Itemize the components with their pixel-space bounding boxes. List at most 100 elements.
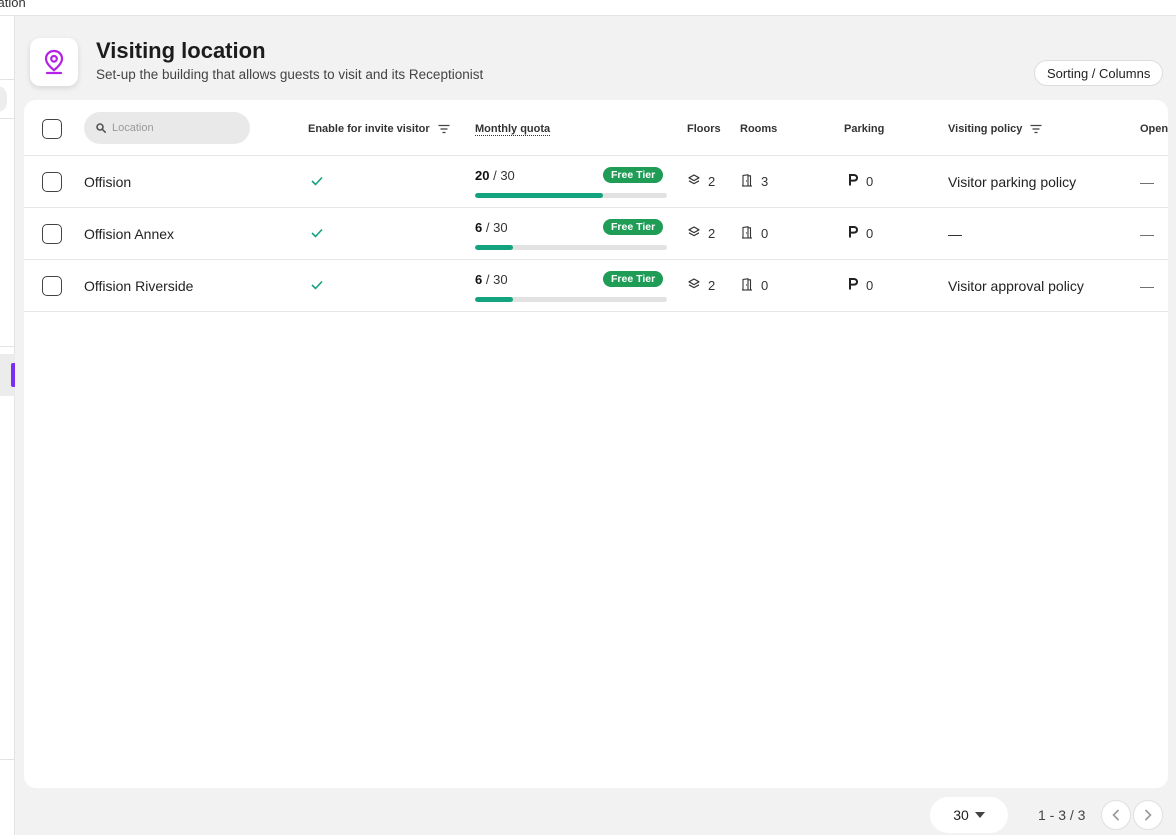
floors-cell: 2 (688, 260, 715, 311)
parking-cell: 0 (848, 260, 873, 311)
floors-count: 2 (708, 278, 716, 293)
parking-count: 0 (866, 278, 874, 293)
sidebar-divider (0, 759, 15, 760)
check-icon (311, 277, 323, 295)
quota-cell: 6 / 30 Free Tier (475, 260, 675, 311)
floors-count: 2 (708, 226, 716, 241)
tier-badge: Free Tier (603, 271, 664, 287)
table-row[interactable]: Offision 20 / 30 Free Tier 2 3 0 Visitor parki… (24, 156, 1168, 208)
rooms-cell: 3 (741, 156, 768, 207)
column-header-quota[interactable]: Monthly quota (475, 102, 550, 155)
policy-cell: Visitor parking policy (948, 156, 1076, 207)
next-page-button[interactable] (1133, 800, 1163, 830)
floors-cell: 2 (688, 156, 715, 207)
sidebar (0, 16, 15, 835)
filter-icon[interactable] (1030, 124, 1042, 134)
column-header-parking[interactable]: Parking (844, 102, 884, 155)
column-label: Visiting policy (948, 122, 1023, 135)
policy-cell: — (948, 208, 962, 259)
location-name-cell: Offision (84, 156, 131, 207)
quota-progress-track (475, 245, 667, 250)
open-value: — (1140, 173, 1154, 190)
previous-page-button[interactable] (1101, 800, 1131, 830)
door-icon (741, 277, 753, 294)
quota-used: 6 (475, 220, 483, 235)
rows-per-page-select[interactable]: 30 (930, 797, 1008, 833)
row-checkbox[interactable] (42, 223, 62, 244)
column-label: Rooms (740, 122, 778, 135)
location-name: Offision Riverside (84, 277, 194, 294)
parking-cell: 0 (848, 156, 873, 207)
check-icon (311, 173, 323, 191)
quota-total: / 30 (485, 272, 508, 287)
parking-cell: 0 (848, 208, 873, 259)
quota-progress-track (475, 193, 667, 198)
quota-cell: 20 / 30 Free Tier (475, 156, 675, 207)
quota-value: 20 / 30 (475, 168, 515, 183)
chevron-right-icon (1144, 809, 1152, 821)
location-name: Offision (84, 173, 132, 190)
filter-icon[interactable] (438, 124, 450, 134)
quota-progress-track (475, 297, 667, 302)
column-header-enable[interactable]: Enable for invite visitor (308, 102, 450, 155)
location-search-input[interactable] (112, 122, 242, 134)
rooms-cell: 0 (741, 208, 768, 259)
sidebar-divider (0, 346, 15, 347)
pagination-range: 1 - 3 / 3 (1038, 807, 1086, 823)
location-search[interactable] (84, 112, 250, 144)
row-checkbox[interactable] (42, 275, 62, 296)
parking-icon (848, 226, 859, 241)
select-all-checkbox[interactable] (42, 118, 62, 139)
column-label: Monthly quota (475, 122, 551, 135)
sorting-columns-button[interactable]: Sorting / Columns (1034, 60, 1164, 86)
tier-badge: Free Tier (603, 219, 664, 235)
location-pin-icon (30, 38, 78, 86)
check-icon (311, 225, 323, 243)
location-name-cell: Offision Annex (84, 208, 174, 259)
sidebar-divider (0, 118, 15, 119)
open-cell: — (1140, 156, 1154, 207)
rows-per-page-value: 30 (953, 807, 969, 823)
rooms-count: 3 (761, 174, 769, 189)
column-label: Open (1140, 122, 1168, 135)
location-name: Offision Annex (84, 225, 175, 242)
open-cell: — (1140, 260, 1154, 311)
quota-used: 6 (475, 272, 483, 287)
layers-icon (688, 278, 700, 293)
table-row[interactable]: Offision Riverside 6 / 30 Free Tier 2 0 0 Visi… (24, 260, 1168, 312)
parking-icon (848, 174, 859, 189)
parking-icon (848, 278, 859, 293)
column-header-floors[interactable]: Floors (687, 102, 721, 155)
column-header-policy[interactable]: Visiting policy (948, 102, 1042, 155)
quota-used: 20 (475, 168, 490, 183)
parking-count: 0 (866, 174, 874, 189)
quota-progress-fill (475, 193, 604, 198)
app-topbar: cation (0, 0, 1176, 16)
parking-count: 0 (866, 226, 874, 241)
column-header-open[interactable]: Open (1140, 102, 1168, 155)
floors-cell: 2 (688, 208, 715, 259)
caret-down-icon (974, 812, 985, 818)
sidebar-active-indicator (11, 363, 15, 387)
column-header-rooms[interactable]: Rooms (740, 102, 777, 155)
door-icon (741, 173, 753, 190)
quota-progress-fill (475, 297, 514, 302)
tier-badge: Free Tier (603, 167, 664, 183)
quota-value: 6 / 30 (475, 272, 508, 287)
open-value: — (1140, 225, 1154, 242)
table-row[interactable]: Offision Annex 6 / 30 Free Tier 2 0 0 — — (24, 208, 1168, 260)
quota-value: 6 / 30 (475, 220, 508, 235)
chevron-left-icon (1112, 809, 1120, 821)
quota-total: / 30 (493, 168, 515, 183)
sidebar-search-pill[interactable] (0, 86, 7, 112)
page-title: Visiting location (96, 38, 266, 63)
table-header-row: Enable for invite visitor Monthly quota … (24, 102, 1168, 156)
row-checkbox[interactable] (42, 171, 62, 192)
page-subtitle: Set-up the building that allows guests t… (96, 67, 484, 82)
quota-progress-fill (475, 245, 514, 250)
enabled-cell (311, 260, 323, 311)
column-label: Enable for invite visitor (308, 122, 430, 135)
visiting-policy: Visitor parking policy (948, 173, 1077, 190)
enabled-cell (311, 208, 323, 259)
visiting-policy: — (948, 225, 962, 242)
